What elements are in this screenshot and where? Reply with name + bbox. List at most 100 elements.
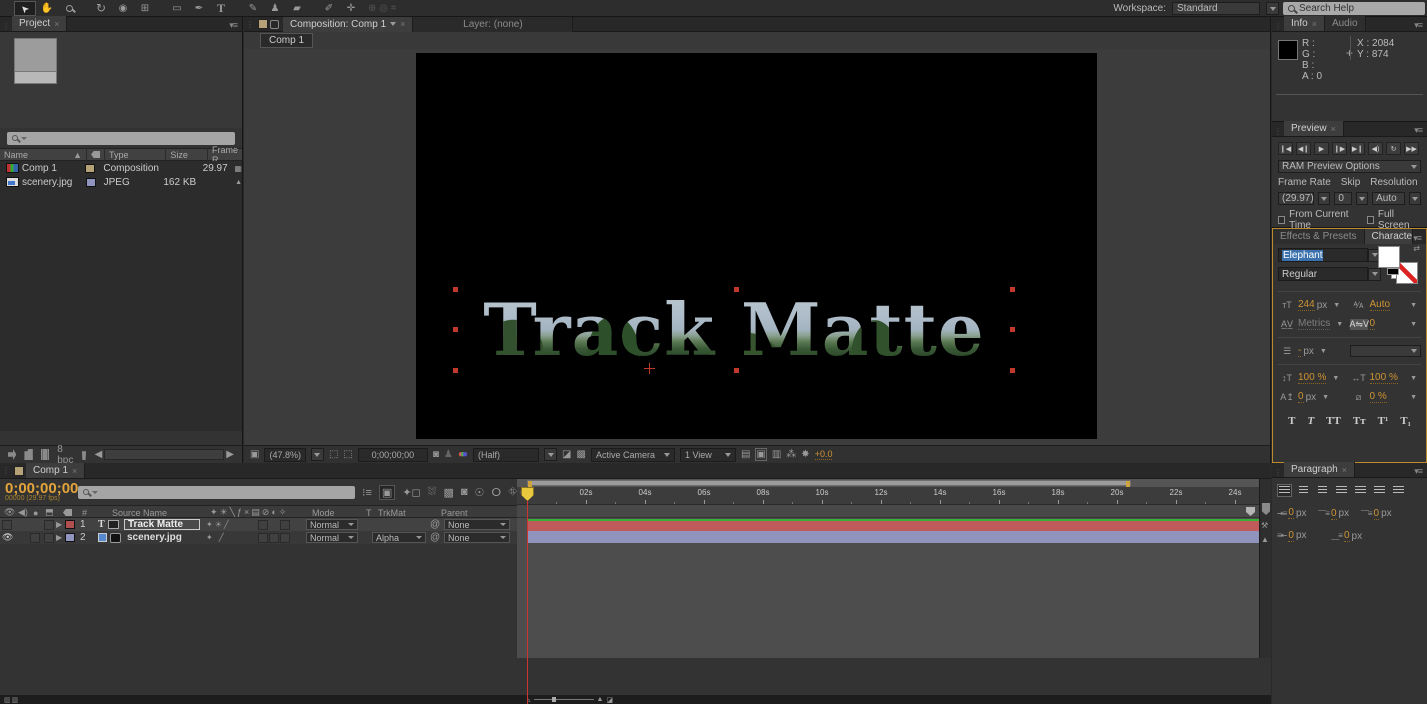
dropdown-arrow[interactable]: ▼ (1333, 302, 1340, 309)
tab-audio[interactable]: Audio (1325, 16, 1366, 31)
expand-arrow-icon[interactable]: ▶ (56, 532, 62, 543)
project-row-scenery[interactable]: scenery.jpg JPEG 162 KB ▲ (0, 175, 242, 189)
next-frame-button[interactable]: ❙▶ (1332, 142, 1347, 155)
comp-button-icon[interactable]: ◪ (606, 696, 613, 704)
subscript-button[interactable]: T₁ (1400, 415, 1411, 427)
layer-name[interactable]: scenery.jpg (127, 532, 182, 543)
selection-handle[interactable] (734, 368, 739, 373)
puppet-pin-tool[interactable] (340, 1, 362, 16)
layer-bar-scenery[interactable] (527, 531, 1259, 543)
work-area-bar[interactable] (527, 480, 1131, 486)
trash-icon[interactable] (81, 449, 86, 460)
scroll-up-icon[interactable]: ▲ (235, 179, 242, 186)
play-button[interactable]: ▶ (1314, 142, 1329, 155)
last-frame-button[interactable]: ▶❙ (1350, 142, 1365, 155)
justify-last-right-button[interactable] (1372, 484, 1387, 497)
baseline-shift-value[interactable]: 0 (1298, 391, 1304, 403)
brush-tool[interactable] (242, 1, 264, 16)
brainstorm-icon[interactable]: ☉ (475, 486, 485, 499)
stroke-width-value[interactable]: - (1298, 345, 1301, 357)
font-style-select[interactable]: Regular (1278, 267, 1368, 281)
mode-select[interactable]: Normal (306, 519, 358, 530)
draft-3d-icon[interactable]: ✦◻ (402, 486, 420, 499)
panel-menu-icon[interactable]: ▾≡ (1414, 466, 1427, 477)
magnification-select[interactable]: (47.8%) (264, 448, 306, 462)
space-after-field[interactable]: ⎽≡ 0px (1331, 530, 1362, 542)
column-size[interactable]: Size (166, 148, 208, 161)
shape-tool[interactable] (166, 1, 188, 16)
hand-tool[interactable] (36, 1, 58, 16)
label-swatch[interactable] (65, 520, 75, 529)
scroll-up-icon[interactable]: ▲ (1261, 535, 1269, 544)
resolution-arrow[interactable] (544, 448, 557, 461)
project-search-input[interactable] (7, 132, 235, 145)
composition-mini-flowchart-icon[interactable]: ⁝≡ (362, 486, 372, 499)
composition-canvas[interactable]: Track Matte (416, 53, 1097, 439)
dropdown-arrow[interactable]: ▼ (1336, 321, 1343, 328)
selection-handle[interactable] (1010, 327, 1015, 332)
comp-marker-bin-icon[interactable] (1246, 507, 1255, 516)
label-swatch[interactable] (85, 164, 95, 173)
snapshot-icon[interactable]: ◙ (433, 449, 439, 460)
selection-handle[interactable] (453, 287, 458, 292)
close-icon[interactable]: × (54, 19, 59, 29)
current-time-display[interactable]: 0;00;00;00 (358, 448, 428, 462)
selection-handle[interactable] (1010, 368, 1015, 373)
from-current-time-checkbox[interactable] (1278, 216, 1285, 224)
first-line-indent-field[interactable]: ≡⇤ 0px (1277, 530, 1307, 542)
magnification-arrow[interactable] (311, 448, 324, 461)
audio-toggle-button[interactable]: ◀) (1368, 142, 1383, 155)
faux-bold-button[interactable]: T (1288, 415, 1295, 427)
motion-blur-icon[interactable]: ◙ (461, 486, 468, 498)
layer-switches[interactable]: ✦☀╱ (206, 519, 231, 530)
timeline-zoom-slider[interactable]: ▵ ▲ ◪ (527, 696, 613, 704)
dropdown-arrow[interactable]: ▼ (1410, 302, 1417, 309)
tab-composition[interactable]: Composition: Comp 1 × (283, 17, 413, 32)
scrollbar[interactable] (104, 449, 224, 460)
project-row-comp1[interactable]: Comp 1 Composition 29.97 ▦ (0, 161, 242, 175)
playhead-line[interactable] (527, 487, 528, 704)
expand-arrow-icon[interactable]: ▶ (56, 519, 62, 530)
label-swatch[interactable] (65, 533, 75, 542)
fast-previews-icon[interactable]: ◪ (562, 449, 571, 460)
timeline-search-input[interactable] (78, 486, 355, 499)
lock-toggle[interactable] (44, 520, 54, 530)
video-toggle[interactable] (2, 520, 12, 530)
layer-bar-track-matte[interactable] (527, 519, 1259, 531)
trkmat-select[interactable]: Alpha (372, 532, 426, 543)
horizontal-scale-value[interactable]: 100 % (1370, 372, 1398, 384)
exposure-value[interactable]: +0.0 (815, 449, 833, 460)
show-snapshot-icon[interactable]: ♟ (444, 449, 453, 460)
flowchart-icon[interactable]: ▦ (234, 164, 242, 173)
align-right-button[interactable] (1315, 484, 1330, 497)
zoom-tool[interactable] (58, 1, 80, 16)
comp-subtab[interactable]: Comp 1 (260, 33, 313, 48)
kerning-value[interactable]: Metrics (1298, 318, 1330, 330)
panel-menu-icon[interactable]: ▾≡ (229, 20, 242, 31)
space-before-field[interactable]: ⎺≡ 0px (1318, 508, 1349, 520)
layer-name[interactable]: Track Matte (124, 519, 200, 530)
mode-select[interactable]: Normal (306, 532, 358, 543)
column-name[interactable]: Name ▲ (0, 148, 87, 161)
tab-layer[interactable]: Layer: (none) (413, 17, 573, 32)
loop-button[interactable]: ↻ (1386, 142, 1401, 155)
close-icon[interactable]: × (72, 466, 77, 476)
column-label[interactable] (87, 148, 105, 161)
current-time-display[interactable]: 0;00;00;00 00000 (29.97 fps) (0, 482, 78, 502)
font-family-select[interactable]: Elephant (1278, 248, 1368, 262)
dropdown-arrow[interactable]: ▼ (1410, 375, 1417, 382)
work-area-row[interactable] (517, 479, 1259, 487)
selection-tool[interactable] (14, 1, 36, 16)
tab-paragraph[interactable]: Paragraph× (1284, 462, 1355, 477)
dropdown-arrow[interactable]: ▼ (1332, 375, 1339, 382)
panel-menu-icon[interactable]: ▾≡ (1414, 125, 1427, 136)
workspace-select[interactable]: Standard (1172, 2, 1260, 15)
justify-last-left-button[interactable] (1334, 484, 1349, 497)
flowchart-button-icon[interactable]: ⁂ (786, 449, 796, 460)
justify-last-center-button[interactable] (1353, 484, 1368, 497)
selection-handle[interactable] (453, 327, 458, 332)
dropdown-arrow[interactable]: ▼ (1322, 394, 1329, 401)
frame-rate-select[interactable]: (29.97) (1278, 192, 1314, 205)
lock-toggle[interactable] (44, 533, 54, 543)
tsume-value[interactable]: 0 % (1370, 391, 1387, 403)
